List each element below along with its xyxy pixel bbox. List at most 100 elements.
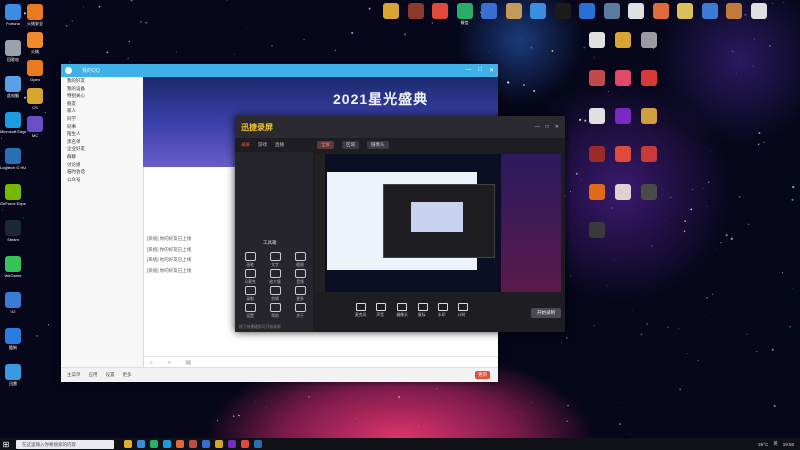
desktop-shortcut[interactable] xyxy=(610,32,636,49)
recorder-control-button[interactable]: 水印 xyxy=(437,303,448,318)
desktop-shortcut[interactable] xyxy=(427,3,453,20)
tab-game[interactable]: 游戏 xyxy=(258,142,267,148)
desktop-shortcut[interactable] xyxy=(584,146,610,163)
contact-group-item[interactable]: 家人 xyxy=(61,107,143,115)
qq-title-bar[interactable]: 我的QQ — □ ✕ xyxy=(61,64,498,77)
recorder-control-button[interactable]: 声音 xyxy=(376,303,387,318)
message-item[interactable]: [系统] 你的好友已上线 xyxy=(147,245,191,256)
source-fullscreen[interactable]: 全屏 xyxy=(317,141,334,149)
desktop-shortcut[interactable] xyxy=(672,3,698,20)
recorder-maximize-button[interactable]: □ xyxy=(546,124,549,130)
desktop-shortcut[interactable] xyxy=(697,3,723,20)
tool-button[interactable]: 录制 xyxy=(239,286,261,302)
maximize-button[interactable]: □ xyxy=(478,67,482,74)
desktop-shortcut[interactable]: GeForce Experience xyxy=(0,184,26,206)
desktop-shortcut[interactable]: Steam xyxy=(0,220,26,242)
desktop-shortcut[interactable] xyxy=(610,184,636,201)
desktop-shortcut[interactable]: CS xyxy=(22,88,48,110)
apps-button[interactable]: 应用 xyxy=(89,372,98,378)
image-icon[interactable]: 🖼 xyxy=(185,360,191,366)
desktop-shortcut[interactable] xyxy=(584,32,610,49)
recorder-tabs[interactable]: 录屏 游戏 直播 xyxy=(241,142,284,148)
taskbar-app-icon[interactable] xyxy=(215,440,223,448)
desktop-shortcut[interactable] xyxy=(476,3,502,20)
contact-group-item[interactable]: 讨论组 xyxy=(61,161,143,169)
tool-button[interactable]: 画笔 xyxy=(239,252,261,268)
taskbar-app-icon[interactable] xyxy=(228,440,236,448)
windows-start-icon[interactable]: ⊞ xyxy=(0,440,12,449)
tool-button[interactable]: 剪辑 xyxy=(264,286,286,302)
desktop-shortcut[interactable] xyxy=(623,3,649,20)
clock-text[interactable]: 19:56 xyxy=(783,442,794,447)
weather-text[interactable]: 26°C xyxy=(758,442,768,447)
tool-button[interactable]: 音频 xyxy=(289,269,311,285)
desktop-shortcut[interactable]: MC xyxy=(22,116,48,138)
message-item[interactable]: [系统] 你的好友已上线 xyxy=(147,266,191,277)
tab-record[interactable]: 录屏 xyxy=(241,142,250,148)
contact-group-item[interactable]: 同学 xyxy=(61,115,143,123)
contact-group-item[interactable]: 临时会话 xyxy=(61,168,143,176)
desktop-shortcut[interactable] xyxy=(584,222,610,239)
source-region[interactable]: 区域 xyxy=(342,141,359,149)
taskbar-pinned-apps[interactable] xyxy=(124,440,262,448)
contact-group-item[interactable]: 企业好友 xyxy=(61,145,143,153)
desktop-shortcut[interactable] xyxy=(574,3,600,20)
contact-group-item[interactable]: 同事 xyxy=(61,123,143,131)
tool-button[interactable]: 更多 xyxy=(289,286,311,302)
tool-button[interactable]: 关于 xyxy=(289,303,311,319)
close-button[interactable]: ✕ xyxy=(489,67,494,74)
recorder-controls[interactable]: 麦克风 声音 摄像头 鼠标 水印 计时 开始录制 xyxy=(315,296,561,318)
update-badge[interactable]: 更新 xyxy=(475,371,490,379)
desktop-shortcut[interactable] xyxy=(501,3,527,20)
settings-button[interactable]: 设置 xyxy=(106,372,115,378)
contact-group-item[interactable]: 朋友 xyxy=(61,100,143,108)
taskbar-app-icon[interactable] xyxy=(137,440,145,448)
desktop-shortcut[interactable]: Open xyxy=(22,60,48,82)
system-tray[interactable]: 26°C 英 19:56 xyxy=(758,441,800,447)
qq-contact-list[interactable]: 我的好友 我的设备 特别关心 朋友 家人 同学 同事 陌生人 黑名单 企业好友 群聊 讨论组 临时会话公… xyxy=(61,77,144,382)
taskbar-app-icon[interactable] xyxy=(254,440,262,448)
tool-button[interactable]: 文字 xyxy=(264,252,286,268)
taskbar-search-input[interactable]: 在这里输入你要搜索的内容 xyxy=(16,439,114,449)
desktop-shortcut[interactable]: Logitech G HUB xyxy=(0,148,26,170)
tool-button[interactable]: 帮助 xyxy=(264,303,286,319)
taskbar-app-icon[interactable] xyxy=(189,440,197,448)
desktop-shortcut[interactable]: WeGame xyxy=(0,256,26,278)
desktop-shortcut[interactable]: 微信 xyxy=(452,3,478,25)
desktop-shortcut[interactable] xyxy=(636,146,662,163)
scissors-icon[interactable]: ✂ xyxy=(168,360,172,366)
recorder-control-button[interactable]: 计时 xyxy=(457,303,468,318)
taskbar[interactable]: ⊞ 在这里输入你要搜索的内容 26°C 英 19:56 xyxy=(0,438,800,450)
start-recording-button[interactable]: 开始录制 xyxy=(531,308,561,318)
desktop-shortcut[interactable]: V2 xyxy=(0,292,26,314)
recorder-header[interactable]: 迅捷录屏 — □ ✕ xyxy=(235,116,565,138)
language-indicator[interactable]: 英 xyxy=(773,441,778,447)
desktop-shortcut[interactable] xyxy=(378,3,404,20)
taskbar-app-icon[interactable] xyxy=(176,440,184,448)
desktop-shortcut[interactable] xyxy=(636,32,662,49)
desktop-shortcut[interactable] xyxy=(636,108,662,125)
desktop-shortcut[interactable] xyxy=(610,146,636,163)
contact-group-item[interactable]: 陌生人 xyxy=(61,130,143,138)
emoji-icon[interactable]: ☺ xyxy=(149,360,154,365)
recorder-close-button[interactable]: ✕ xyxy=(555,124,559,130)
desktop-shortcut[interactable] xyxy=(636,70,662,87)
taskbar-app-icon[interactable] xyxy=(163,440,171,448)
message-item[interactable]: [系统] 你的好友已上线 xyxy=(147,255,191,266)
desktop-shortcut[interactable] xyxy=(525,3,551,20)
minimize-button[interactable]: — xyxy=(465,67,471,74)
screen-recorder-window[interactable]: 迅捷录屏 — □ ✕ 录屏 游戏 直播 全屏 区域 摄像头 工具箱 画笔 文字 截图… xyxy=(235,116,565,332)
recorder-minimize-button[interactable]: — xyxy=(535,124,540,130)
desktop-shortcut[interactable] xyxy=(610,70,636,87)
recorder-source-bar[interactable]: 全屏 区域 摄像头 xyxy=(317,138,559,152)
desktop-shortcut[interactable]: 火绒安全 xyxy=(22,4,48,26)
qq-bottom-bar[interactable]: 主菜单 应用 设置 更多 更新 xyxy=(61,367,498,382)
desktop-shortcut[interactable] xyxy=(403,3,429,20)
desktop-shortcut[interactable] xyxy=(599,3,625,20)
recorder-control-button[interactable]: 鼠标 xyxy=(417,303,428,318)
tool-button[interactable]: 马赛克 xyxy=(239,269,261,285)
tool-button[interactable]: 截图 xyxy=(289,252,311,268)
taskbar-app-icon[interactable] xyxy=(124,440,132,448)
taskbar-app-icon[interactable] xyxy=(150,440,158,448)
tab-live[interactable]: 直播 xyxy=(275,142,284,148)
